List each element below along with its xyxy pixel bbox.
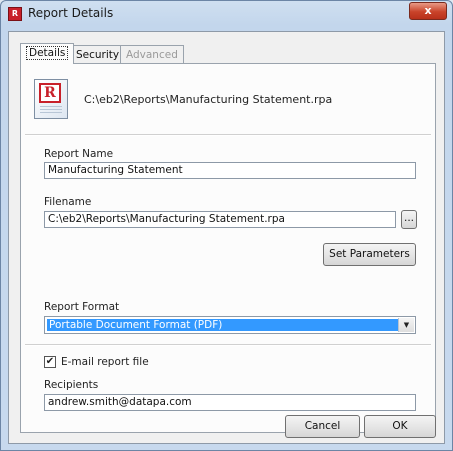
- window-title: Report Details: [28, 6, 114, 20]
- tab-advanced-label: Advanced: [126, 49, 178, 61]
- report-badge: R: [39, 83, 61, 103]
- report-app-icon: R: [8, 7, 22, 21]
- close-icon: x: [424, 4, 432, 17]
- title-bar[interactable]: R Report Details x: [1, 1, 452, 27]
- dialog-client-area: Details Security Advanced R C:\eb2\Repor…: [8, 31, 445, 444]
- browse-button[interactable]: ...: [401, 210, 417, 229]
- set-parameters-button[interactable]: Set Parameters: [323, 243, 416, 266]
- report-details-window: R Report Details x Details Security Adva…: [0, 0, 453, 451]
- report-format-value: Portable Document Format (PDF): [47, 319, 398, 331]
- report-name-input[interactable]: Manufacturing Statement: [44, 162, 416, 179]
- document-lines: [40, 106, 62, 115]
- recipients-label: Recipients: [44, 379, 99, 391]
- filename-input[interactable]: C:\eb2\Reports\Manufacturing Statement.r…: [44, 211, 396, 228]
- report-format-select[interactable]: Portable Document Format (PDF) ▼: [44, 316, 416, 334]
- report-name-label: Report Name: [44, 148, 114, 160]
- report-format-label: Report Format: [44, 301, 120, 313]
- tab-security-label: Security: [76, 49, 120, 61]
- cancel-button[interactable]: Cancel: [285, 415, 360, 438]
- email-report-label[interactable]: E-mail report file: [61, 356, 149, 368]
- email-report-checkbox[interactable]: ✔: [44, 356, 56, 368]
- divider: [25, 134, 431, 136]
- report-path: C:\eb2\Reports\Manufacturing Statement.r…: [84, 93, 333, 106]
- divider: [25, 344, 431, 346]
- report-document-icon: R: [34, 79, 68, 119]
- recipients-input[interactable]: andrew.smith@datapa.com: [44, 394, 416, 411]
- tab-details-label: Details: [26, 46, 69, 60]
- close-button[interactable]: x: [409, 2, 447, 20]
- filename-label: Filename: [44, 196, 92, 208]
- details-panel: R C:\eb2\Reports\Manufacturing Statement…: [20, 63, 436, 433]
- chevron-down-icon[interactable]: ▼: [398, 318, 414, 332]
- ok-button[interactable]: OK: [364, 415, 436, 438]
- tab-advanced: Advanced: [120, 45, 184, 63]
- tab-details[interactable]: Details: [20, 43, 75, 64]
- tab-security[interactable]: Security: [70, 45, 126, 63]
